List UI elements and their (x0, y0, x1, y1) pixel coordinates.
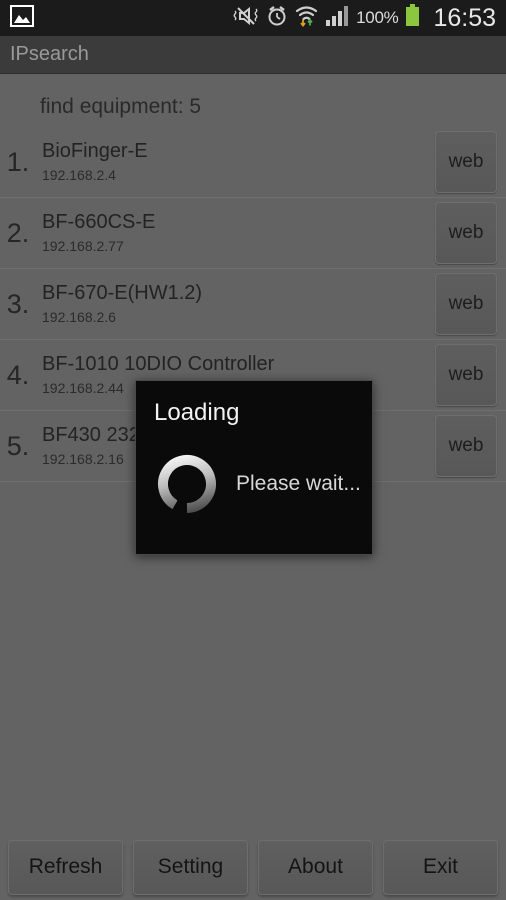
screenshot-image-icon (10, 4, 34, 32)
row-text: BF-670-E(HW1.2) 192.168.2.6 (40, 282, 426, 327)
web-button[interactable]: web (435, 273, 497, 335)
phone-screen: 100% 16:53 IPsearch find equipment: 5 1.… (0, 0, 506, 900)
table-row[interactable]: 3. BF-670-E(HW1.2) 192.168.2.6 web (0, 269, 506, 340)
battery-percent-label: 100% (356, 8, 399, 27)
device-name: BF-660CS-E (42, 210, 156, 233)
status-bar: 100% 16:53 (0, 0, 506, 36)
row-action-cell: web (426, 344, 506, 406)
web-button[interactable]: web (435, 202, 497, 264)
web-button[interactable]: web (435, 415, 497, 477)
row-index: 3. (6, 288, 30, 319)
row-action-cell: web (426, 131, 506, 193)
row-action-cell: web (426, 273, 506, 335)
device-name: BioFinger-E (42, 139, 148, 162)
table-row[interactable]: 2. BF-660CS-E 192.168.2.77 web (0, 198, 506, 269)
app-title: IPsearch (10, 43, 89, 65)
battery-icon (405, 4, 420, 32)
setting-button[interactable]: Setting (133, 839, 248, 895)
refresh-button[interactable]: Refresh (8, 839, 123, 895)
row-action-cell: web (426, 415, 506, 477)
signal-bars-icon (325, 5, 349, 31)
progress-spinner-icon (154, 451, 220, 517)
device-ip: 192.168.2.6 (42, 308, 116, 325)
wifi-transfer-icon (295, 5, 318, 32)
status-bar-clock: 16:53 (433, 3, 496, 32)
device-name: BF-670-E(HW1.2) (42, 281, 203, 304)
table-row[interactable]: 1. BioFinger-E 192.168.2.4 web (0, 127, 506, 198)
device-ip: 192.168.2.4 (42, 166, 116, 183)
dialog-body: Please wait... (136, 427, 372, 517)
find-equipment-label: find equipment: 5 (40, 95, 202, 118)
row-index: 5. (6, 430, 30, 461)
alarm-clock-icon (266, 5, 288, 32)
about-button[interactable]: About (258, 839, 373, 895)
row-index: 1. (6, 146, 30, 177)
web-button[interactable]: web (435, 344, 497, 406)
bottom-button-bar: Refresh Setting About Exit (0, 834, 506, 900)
vibrate-mute-icon (233, 5, 259, 32)
dialog-message: Please wait... (236, 472, 361, 495)
dialog-title: Loading (154, 399, 240, 426)
status-bar-right-icons: 100% 16:53 (233, 4, 506, 33)
row-index: 2. (6, 217, 30, 248)
loading-dialog: Loading Please wait... (135, 380, 373, 555)
row-action-cell: web (426, 202, 506, 264)
row-index: 4. (6, 359, 30, 390)
status-bar-left-icons (0, 4, 34, 32)
device-name: BF-1010 10DIO Controller (42, 352, 275, 375)
web-button[interactable]: web (435, 131, 497, 193)
exit-button[interactable]: Exit (383, 839, 498, 895)
action-bar: IPsearch (0, 36, 506, 74)
device-ip: 192.168.2.77 (42, 237, 124, 254)
row-text: BF-660CS-E 192.168.2.77 (40, 211, 426, 256)
row-text: BioFinger-E 192.168.2.4 (40, 140, 426, 185)
